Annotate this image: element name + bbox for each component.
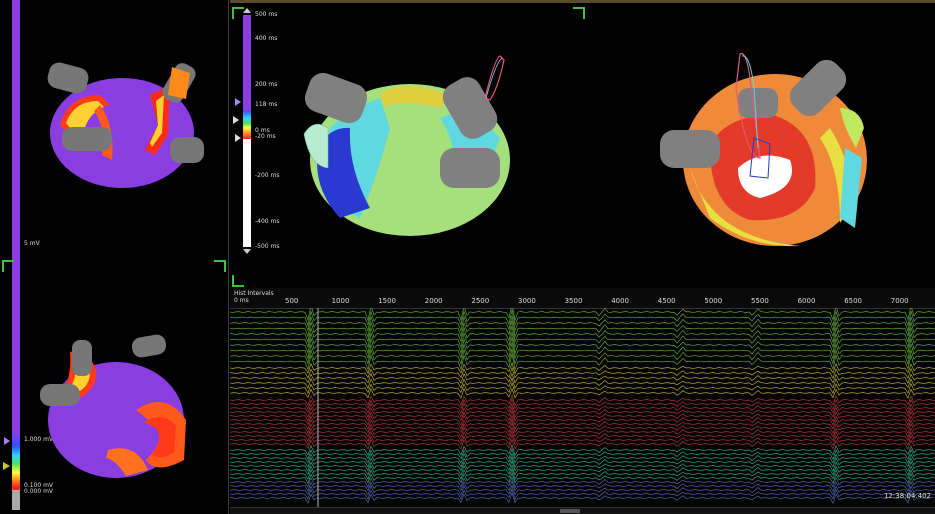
ecg-ruler-tick: 3000 (518, 297, 536, 305)
ecg-trace (230, 377, 935, 390)
ecg-traces-panel[interactable]: Hist Intervals 0 ms 500 1000 1500 2000 2500 3… (230, 288, 935, 514)
triangle-marker-icon[interactable] (235, 98, 241, 106)
ecg-scrollbar-thumb[interactable] (560, 509, 580, 513)
ecg-trace (230, 366, 935, 380)
ecg-ruler-tick: 1500 (378, 297, 397, 305)
ecg-ruler-tick: 500 (285, 297, 299, 305)
triangle-marker-icon[interactable] (233, 116, 239, 124)
voltage-bottom-label: 0.000 mV (24, 488, 54, 495)
frame-corner (214, 260, 226, 272)
lat-label: -20 ms (255, 133, 276, 140)
ecg-trace (230, 372, 935, 384)
lat-label: -400 ms (255, 218, 280, 225)
frame-corner (573, 7, 585, 19)
ecg-ruler-tick: 2000 (424, 297, 443, 305)
lat-label: 200 ms (255, 81, 278, 88)
ecg-ruler-tick: 6000 (797, 297, 816, 305)
ecg-ruler-tick: 6500 (844, 297, 863, 305)
ecg-ruler-tick: 2500 (471, 297, 490, 305)
ecg-header-label: Hist Intervals (234, 290, 274, 297)
ecg-trace (230, 362, 935, 375)
ecg-ruler-tick: 5500 (751, 297, 769, 305)
ecg-ruler-tick: 7000 (890, 297, 909, 305)
lat-label: 118 ms (255, 101, 278, 108)
activation-map-panel[interactable]: 500 ms 400 ms 200 ms 118 ms 0 ms -20 ms … (230, 0, 935, 287)
ecg-trace (230, 308, 935, 322)
frame-corner (2, 260, 14, 272)
lat-label: 500 ms (255, 11, 278, 18)
ecg-trace (230, 387, 935, 399)
lat-label: -200 ms (255, 172, 280, 179)
ecg-trace (230, 438, 935, 450)
voltage-map-heart-bottom[interactable] (36, 330, 196, 480)
lat-bar-gradient (243, 111, 251, 139)
ecg-zero-label: 0 ms (234, 297, 249, 304)
ecg-ruler-tick: 1000 (331, 297, 350, 305)
chevron-down-icon[interactable] (243, 249, 251, 254)
triangle-marker-icon[interactable] (3, 462, 10, 470)
lat-bar-purple (243, 15, 251, 111)
chevron-up-icon[interactable] (243, 8, 251, 13)
triangle-marker-icon[interactable] (235, 134, 241, 142)
activation-map-heart-left[interactable] (300, 48, 520, 243)
ecg-scrollbar[interactable] (230, 507, 935, 514)
ecg-traces[interactable] (230, 308, 935, 508)
ecg-ruler-tick: 4000 (611, 297, 630, 305)
voltage-color-bar[interactable] (12, 0, 20, 432)
voltage-map-heart-top[interactable] (40, 55, 210, 195)
lat-bar-white (243, 139, 251, 247)
lat-color-bar[interactable] (243, 15, 251, 247)
voltage-bar-bottom (12, 490, 20, 510)
voltage-color-bar-gradient (12, 432, 20, 490)
activation-map-heart-right[interactable] (650, 48, 870, 253)
ecg-ruler-tick: 5000 (704, 297, 723, 305)
voltage-top-label: 5 mV (24, 240, 40, 247)
triangle-marker-icon[interactable] (4, 437, 10, 445)
ecg-timestamp: 12:38:04.402 (883, 492, 931, 500)
ecg-trace (230, 381, 935, 395)
lat-label: 400 ms (255, 35, 278, 42)
lat-label: -500 ms (255, 243, 280, 250)
voltage-map-panel[interactable]: 5 mV 1.000 mV 0.100 mV 0.000 mV (0, 0, 229, 514)
ecg-ruler-tick: 3500 (564, 297, 583, 305)
ecg-ruler-tick: 4500 (657, 297, 676, 305)
frame-corner (232, 275, 244, 287)
